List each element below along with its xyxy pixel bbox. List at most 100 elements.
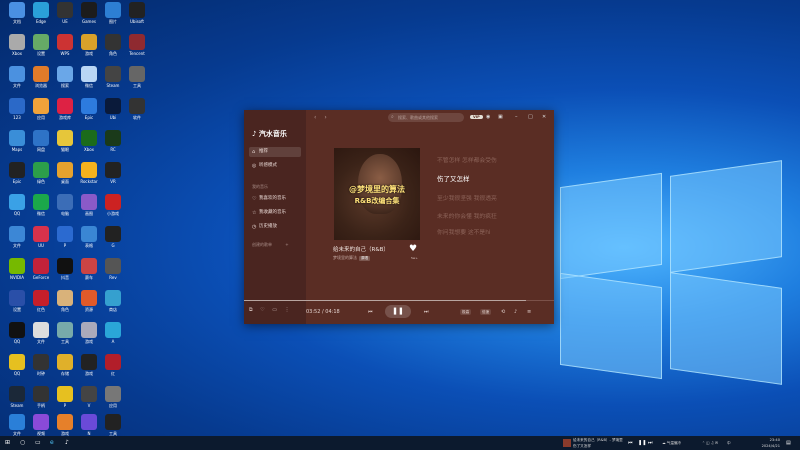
quality-button[interactable]: 极高 [460,306,472,318]
avatar[interactable]: ◉ [486,113,490,122]
more-icon[interactable]: ⋮ [285,307,290,313]
desktop-icon[interactable]: UU [28,226,54,248]
now-playing-widget[interactable]: 给未来的自己（R&B）- 梦境里的算法 伤了又怎样 [563,437,623,449]
desktop-icon[interactable]: Epic [76,98,102,120]
artist-line[interactable]: 梦境里的算法 原唱 [333,255,370,261]
music-app-taskbar-icon[interactable]: ♪ [65,436,69,450]
desktop-icon[interactable]: 工具 [124,66,150,88]
repeat-icon[interactable]: ⟲ [501,306,505,318]
desktop-icon[interactable]: Xbox [76,130,102,152]
lyric-line-current[interactable]: 伤了又怎样 [437,173,470,183]
desktop-icon[interactable]: 网盘 [28,130,54,152]
desktop-icon[interactable]: 文档 [4,2,30,24]
desktop-icon[interactable]: Rev [100,258,126,280]
add-playlist-icon[interactable]: + [285,242,288,247]
desktop-icon[interactable]: 应用 [100,386,126,408]
next-icon[interactable]: ⏭ [424,306,429,318]
desktop-icon[interactable]: 图片 [100,2,126,24]
start-icon[interactable]: ⊞ [5,436,10,450]
desktop-icon[interactable]: 红色 [28,290,54,312]
song-title[interactable]: 给未来的自己（R&B） [333,245,389,253]
desktop-icon[interactable]: UE [52,2,78,24]
previous-icon[interactable]: ⏮ [368,306,373,318]
desktop-icon[interactable]: 资源 [76,290,102,312]
desktop-icon[interactable]: 搜索 [52,66,78,88]
lyric-line[interactable]: 未来的你会懂 我的疯狂 [437,211,497,220]
edge-icon[interactable]: e [50,436,54,450]
desktop-icon[interactable]: Epic [4,162,30,184]
comment-icon[interactable]: ▭ [272,307,277,313]
desktop-icon[interactable]: NVIDIA [4,258,30,280]
next-track-icon[interactable]: ⏭ [648,436,653,450]
mini-mode-icon[interactable]: ⧉ [249,307,253,313]
desktop-icon[interactable]: 123 [4,98,30,120]
message-icon[interactable]: ▣ [498,113,503,122]
lyric-line[interactable]: 至少我很坚强 我很透亮 [437,193,497,202]
desktop-icon[interactable]: N [76,414,102,436]
forward-icon[interactable]: › [324,114,326,121]
desktop-icon[interactable]: VR [100,162,126,184]
desktop-icon[interactable]: V [76,386,102,408]
like-icon[interactable]: ♡ [260,307,264,313]
desktop-icon[interactable]: 文件 [4,66,30,88]
back-icon[interactable]: ‹ [314,114,316,121]
desktop-icon[interactable]: 微信 [76,66,102,88]
maximize-icon[interactable]: □ [528,113,533,122]
vip-button[interactable]: VIP [470,113,483,122]
desktop-icon[interactable]: P [52,386,78,408]
desktop-icon[interactable]: 文件 [4,226,30,248]
desktop-icon[interactable]: 猫眼 [52,130,78,152]
desktop-icon[interactable]: 绿色 [28,162,54,184]
desktop-icon[interactable]: Ubisoft [124,2,150,24]
minimize-icon[interactable]: – [515,113,518,122]
close-icon[interactable]: ✕ [542,113,546,122]
sidebar-item-collected[interactable]: ☆ 我收藏的音乐 [249,208,301,218]
desktop-icon[interactable]: 微信 [28,194,54,216]
desktop-icon[interactable]: RC [100,130,126,152]
tray-icons[interactable]: ⌃ ◫ ♫ ✉ [702,440,718,446]
desktop-icon[interactable]: 手柄 [28,386,54,408]
prev-track-icon[interactable]: ⏮ [628,436,633,450]
desktop-icon[interactable]: 红 [100,354,126,376]
sidebar-item-liked[interactable]: ♡ 我喜欢的音乐 [249,194,301,204]
desktop-icon[interactable]: 浏览器 [28,66,54,88]
desktop-icon[interactable]: Tencent [124,34,150,56]
desktop-icon[interactable]: 游戏 [76,34,102,56]
desktop-icon[interactable]: 视频 [28,414,54,436]
desktop-icon[interactable]: 工具 [52,322,78,344]
progress-bar-track[interactable] [526,300,554,301]
desktop-icon[interactable]: 文件 [28,322,54,344]
heart-icon[interactable]: ♥ [409,244,417,254]
desktop-icon[interactable]: 游戏 [76,322,102,344]
playlist-icon[interactable]: ≡ [527,306,531,318]
desktop-icon[interactable]: 软件 [124,98,150,120]
desktop-icon[interactable]: 时钟 [28,354,54,376]
task-view-icon[interactable]: ▭ [35,436,41,450]
desktop-icon[interactable]: Edge [28,2,54,24]
search-input[interactable]: ⌕ 搜索、歌曲或其他搜索 [388,113,464,122]
desktop-icon[interactable]: 应用 [28,98,54,120]
desktop-icon[interactable]: G [100,226,126,248]
pause-button[interactable]: ❚❚ [385,305,411,318]
desktop-icon[interactable]: 桌面 [52,162,78,184]
desktop-icon[interactable]: 角色 [100,34,126,56]
clock[interactable]: 23:40 2024/4/21 [758,437,780,449]
desktop-icon[interactable]: Ubi [100,98,126,120]
desktop-icon[interactable]: 角色 [52,290,78,312]
desktop-icon[interactable]: Games [76,2,102,24]
desktop-icon[interactable]: Rockstar [76,162,102,184]
desktop-icon[interactable]: Maps [4,130,30,152]
desktop-icon[interactable]: 文件 [4,414,30,436]
desktop-icon[interactable]: 小游戏 [100,194,126,216]
desktop-icon[interactable]: 游戏 [76,354,102,376]
volume-icon[interactable]: ♪ [514,306,517,318]
album-cover[interactable]: @梦境里的算法 R&B改编合集 [334,148,420,240]
desktop-icon[interactable]: 存储 [52,354,78,376]
desktop-icon[interactable]: 画图 [76,194,102,216]
section-created-playlists[interactable]: 创建的歌单 + [252,242,289,248]
ime-indicator[interactable]: 中 [727,440,731,446]
desktop-icon[interactable]: 设置 [28,34,54,56]
desktop-icon[interactable]: WPS [52,34,78,56]
desktop-icon[interactable]: Xbox [4,34,30,56]
desktop-icon[interactable]: QQ [4,194,30,216]
